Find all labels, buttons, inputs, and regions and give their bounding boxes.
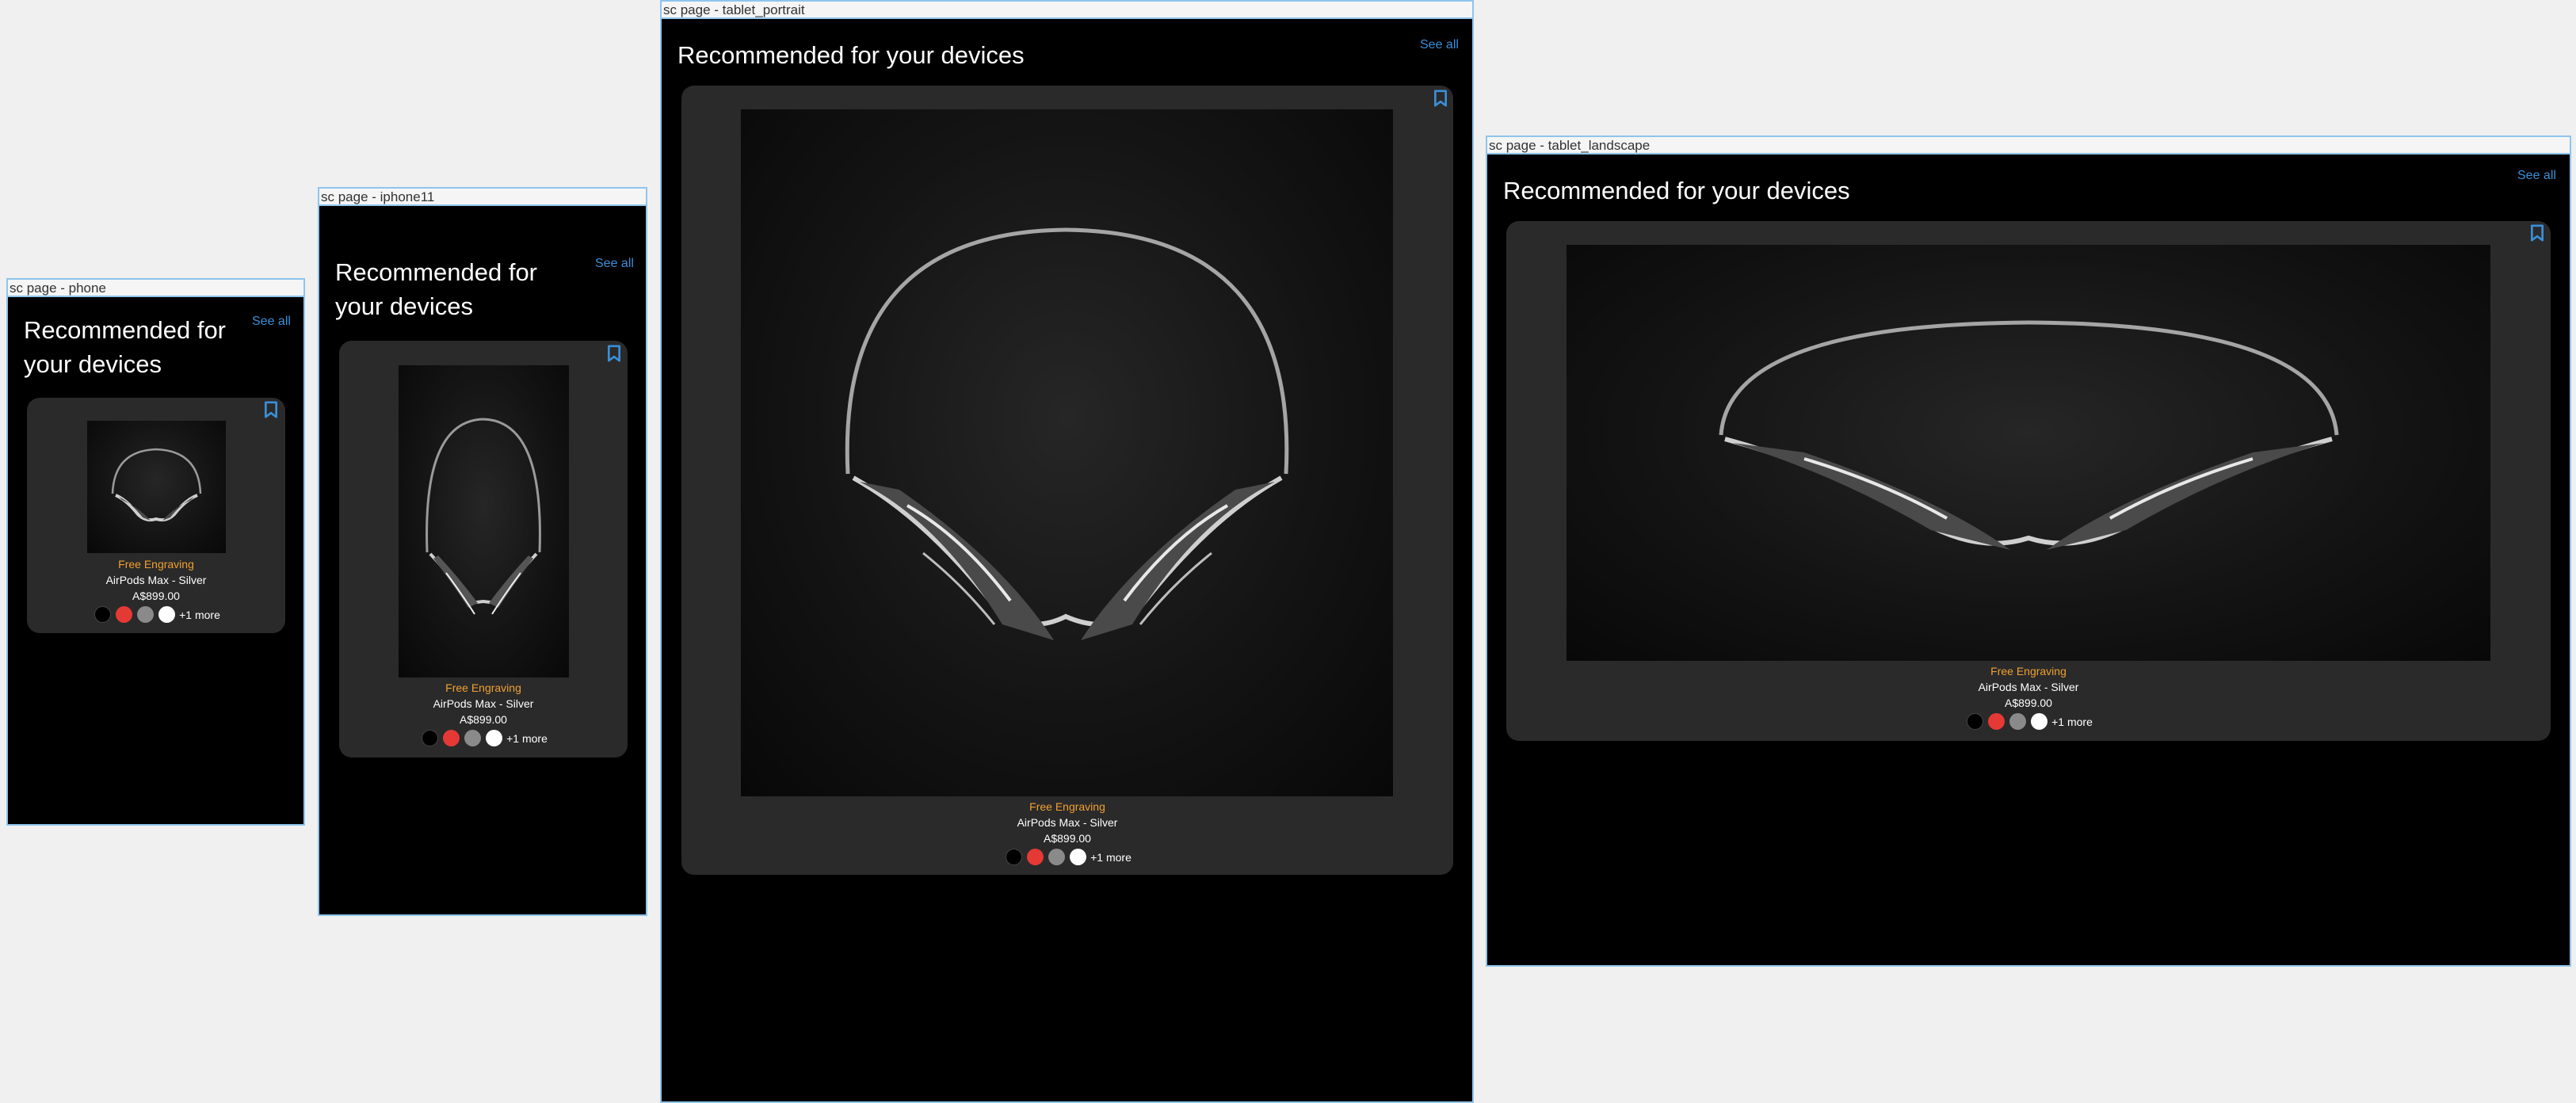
swatch-white[interactable] — [158, 606, 176, 623]
swatch-black[interactable] — [422, 730, 439, 746]
see-all-link[interactable]: See all — [2517, 169, 2556, 183]
more-colors-link[interactable]: +1 more — [2051, 716, 2093, 728]
bookmark-icon[interactable] — [263, 400, 279, 419]
swatch-black[interactable] — [1967, 713, 1984, 730]
swatch-white[interactable] — [2031, 713, 2048, 730]
more-colors-link[interactable]: +1 more — [1090, 851, 1132, 864]
product-name[interactable]: AirPods Max - Silver — [1506, 679, 2551, 695]
frame-label: sc page - tablet_portrait — [662, 2, 1472, 19]
product-name[interactable]: AirPods Max - Silver — [681, 815, 1453, 830]
screen: Recommended for your devices See all Fre… — [662, 19, 1472, 1101]
bookmark-icon[interactable] — [606, 344, 622, 363]
screen: Recommended for your devices See all Fre… — [1487, 155, 2570, 965]
device-frame-phone: sc page - phone Recommended for your dev… — [6, 278, 305, 826]
product-price: A$899.00 — [460, 713, 507, 726]
product-card[interactable]: Free Engraving AirPods Max - Silver A$89… — [681, 86, 1453, 875]
promo-label: Free Engraving — [1990, 665, 2067, 677]
swatch-grey[interactable] — [2009, 713, 2027, 730]
swatch-white[interactable] — [1070, 849, 1087, 865]
swatch-red[interactable] — [116, 606, 133, 623]
see-all-link[interactable]: See all — [1420, 38, 1459, 52]
product-name[interactable]: AirPods Max - Silver — [27, 572, 285, 588]
product-image[interactable] — [741, 109, 1393, 796]
product-card[interactable]: Free Engraving AirPods Max - Silver A$89… — [1506, 221, 2551, 741]
product-name[interactable]: AirPods Max - Silver — [339, 696, 628, 712]
swatch-white[interactable] — [486, 730, 503, 746]
product-image[interactable] — [399, 365, 569, 677]
section-title: Recommended for your devices — [1503, 177, 1850, 204]
device-frame-tablet-portrait: sc page - tablet_portrait Recommended fo… — [660, 0, 1474, 1103]
promo-label: Free Engraving — [445, 681, 521, 694]
swatch-black[interactable] — [94, 606, 112, 623]
frame-label: sc page - phone — [8, 280, 303, 297]
frame-label: sc page - tablet_landscape — [1487, 137, 2570, 155]
product-price: A$899.00 — [2005, 697, 2052, 709]
product-price: A$899.00 — [1044, 832, 1091, 845]
frame-label: sc page - iphone11 — [319, 189, 646, 206]
swatch-grey[interactable] — [1048, 849, 1066, 865]
promo-label: Free Engraving — [118, 558, 194, 571]
product-image[interactable] — [87, 421, 226, 553]
product-price: A$899.00 — [132, 590, 180, 602]
screen: Recommended for your devices See all Fre… — [319, 206, 646, 914]
bookmark-icon[interactable] — [1433, 89, 1448, 108]
section-title: Recommended for your devices — [24, 316, 227, 378]
swatch-grey[interactable] — [464, 730, 482, 746]
swatch-red[interactable] — [1988, 713, 2005, 730]
swatch-grey[interactable] — [137, 606, 155, 623]
swatch-red[interactable] — [443, 730, 460, 746]
section-title: Recommended for your devices — [335, 258, 538, 320]
see-all-link[interactable]: See all — [252, 315, 291, 329]
section-title: Recommended for your devices — [677, 41, 1025, 69]
product-card[interactable]: Free Engraving AirPods Max - Silver A$89… — [339, 341, 628, 758]
device-frame-iphone11: sc page - iphone11 Recommended for your … — [318, 187, 647, 916]
swatch-red[interactable] — [1027, 849, 1044, 865]
swatch-black[interactable] — [1006, 849, 1023, 865]
screen: Recommended for your devices See all Fre… — [8, 297, 303, 824]
device-frame-tablet-landscape: sc page - tablet_landscape Recommended f… — [1486, 135, 2571, 967]
product-image[interactable] — [1567, 245, 2490, 661]
bookmark-icon[interactable] — [2529, 223, 2545, 242]
see-all-link[interactable]: See all — [595, 257, 634, 271]
promo-label: Free Engraving — [1029, 800, 1105, 813]
product-card[interactable]: Free Engraving AirPods Max - Silver A$89… — [27, 398, 285, 633]
more-colors-link[interactable]: +1 more — [506, 732, 548, 745]
more-colors-link[interactable]: +1 more — [179, 609, 220, 621]
